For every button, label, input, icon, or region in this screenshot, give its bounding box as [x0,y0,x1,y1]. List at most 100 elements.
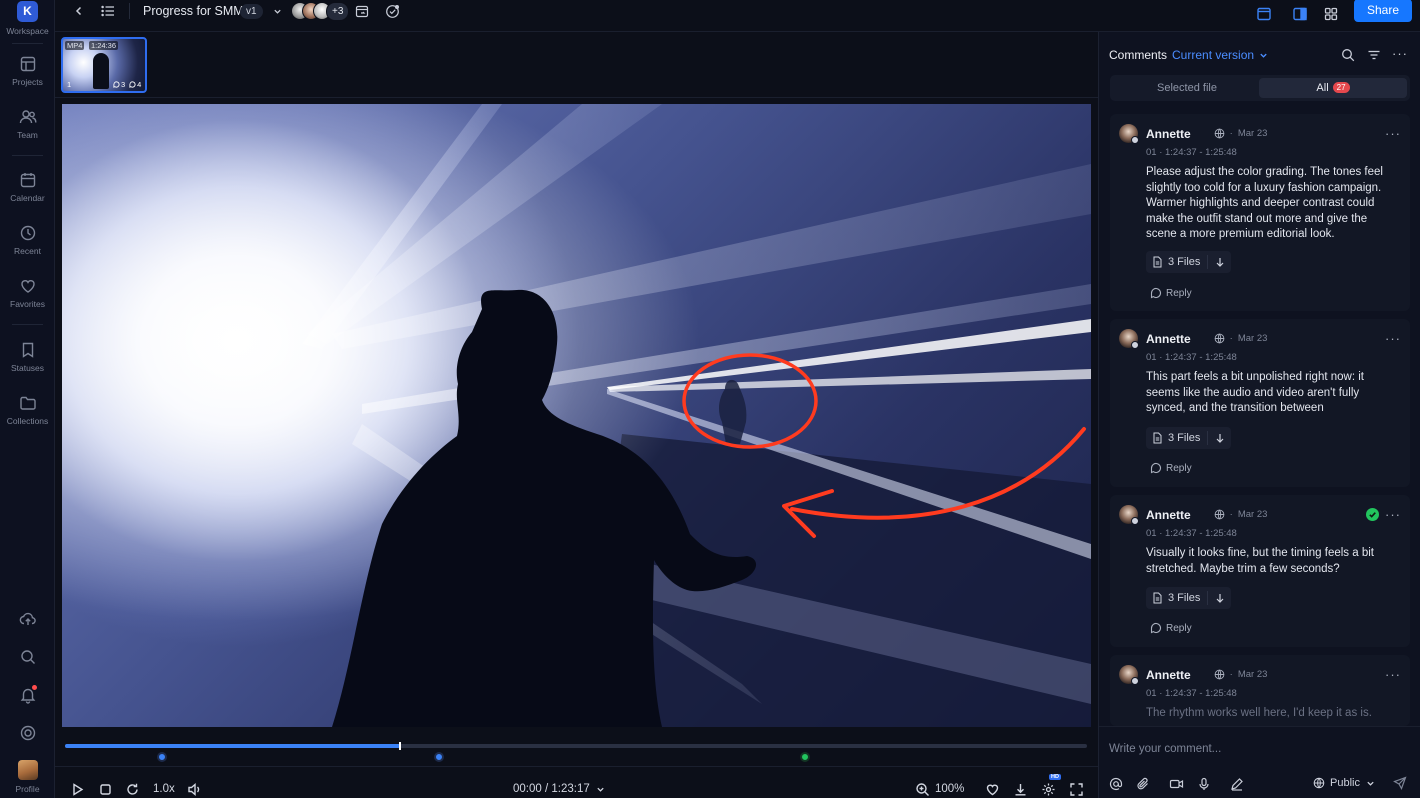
draw-button[interactable] [1230,777,1244,791]
attachments-button[interactable]: 3 Files [1146,587,1232,609]
team-icon [19,110,36,124]
project-title[interactable]: Progress for SMM [143,0,244,22]
stop-button[interactable] [98,781,113,797]
rail-projects[interactable]: Projects [0,55,55,87]
mention-button[interactable] [1109,777,1123,791]
favorite-button[interactable] [985,781,1000,797]
rail-label: Calendar [10,193,45,203]
send-button[interactable] [1393,776,1407,795]
loop-icon [127,783,138,795]
comment-author: Annette [1146,507,1191,522]
rail-workspace[interactable]: K Workspace [0,1,55,36]
video-frame[interactable] [62,104,1091,727]
rail-recent[interactable]: Recent [0,224,55,256]
comment-card[interactable]: Annette · Mar 23 ··· 01 · 1:24:37 - 1:25… [1110,319,1410,487]
rail-profile[interactable]: Profile [0,760,55,794]
zoom-control[interactable]: 100% [915,781,964,797]
tab-all[interactable]: All 27 [1259,78,1407,98]
chevron-left-icon [75,6,82,16]
more-options-icon[interactable]: ··· [1392,46,1408,61]
rail-statuses[interactable]: Statuses [0,341,55,373]
rail-calendar[interactable]: Calendar [0,171,55,203]
tab-selected-file[interactable]: Selected file [1113,78,1261,98]
globe-icon [1313,777,1325,789]
playback-timeline[interactable] [65,742,1087,750]
fullscreen-button[interactable] [1069,781,1084,797]
visibility-selector[interactable]: Public [1313,777,1375,789]
rail-team[interactable]: Team [0,108,55,140]
comment-more-button[interactable]: ··· [1385,507,1401,522]
attachments-button[interactable]: 3 Files [1146,427,1232,449]
comment-card[interactable]: Annette · Mar 23 ··· 01 · 1:24:37 - 1:25… [1110,495,1410,647]
rail-upload[interactable] [0,610,55,628]
comment-timecode[interactable]: 01 · 1:24:37 - 1:25:48 [1146,688,1237,699]
comments-title: Comments [1109,48,1168,62]
author-avatar [1119,505,1139,525]
loop-button[interactable] [125,781,140,797]
back-button[interactable] [73,0,85,22]
comment-timecode[interactable]: 01 · 1:24:37 - 1:25:48 [1146,147,1237,158]
version-filter[interactable]: Current version [1172,48,1254,62]
timeline-comment-marker[interactable] [157,752,167,762]
heart-icon [20,280,35,293]
reply-label: Reply [1166,622,1192,634]
comment-input[interactable]: Write your comment... [1109,743,1221,755]
timecode-selector[interactable]: 00:00 / 1:23:17 [513,781,605,797]
version-selector[interactable]: v1 [240,0,282,22]
rail-divider [12,43,43,44]
top-bar: Progress for SMM v1 +3 Share [55,0,1420,32]
reply-count: 4 [137,80,142,89]
more-collaborators-count: +3 [326,1,350,21]
timeline-resolved-marker[interactable] [800,752,810,762]
comment-text: Please adjust the color grading. The ton… [1146,166,1383,240]
reply-button[interactable]: Reply [1150,287,1192,299]
timeline-comment-marker[interactable] [434,752,444,762]
comment-more-button[interactable]: ··· [1385,331,1401,346]
playback-speed[interactable]: 1.0x [153,781,175,797]
reply-button[interactable]: Reply [1150,622,1192,634]
volume-button[interactable] [187,781,202,797]
playhead[interactable] [399,742,402,750]
attach-button[interactable] [1136,777,1150,791]
record-audio-button[interactable] [1197,777,1211,791]
list-view-button[interactable] [101,0,115,22]
comment-more-button[interactable]: ··· [1385,126,1401,141]
quality-settings-button[interactable]: HD [1041,774,1061,797]
layout-single-button[interactable] [1256,3,1272,25]
record-video-button[interactable] [1169,777,1184,791]
divider [129,3,130,19]
comment-timecode[interactable]: 01 · 1:24:37 - 1:25:48 [1146,528,1237,539]
resolved-check-icon[interactable] [1366,508,1379,521]
reply-button[interactable]: Reply [1150,462,1192,474]
comment-more-button[interactable]: ··· [1385,667,1401,682]
rail-search[interactable] [0,648,55,666]
share-button[interactable]: Share [1354,0,1413,22]
chevron-down-icon [597,787,604,792]
timecode: 00:00 / 1:23:17 [513,783,590,795]
comment-filter-button[interactable] [1367,48,1381,67]
layout-sidebar-button[interactable] [1292,3,1308,25]
rail-favorites[interactable]: Favorites [0,277,55,309]
rail-notifications[interactable] [0,685,55,704]
play-button[interactable] [70,781,85,797]
collaborator-avatars[interactable]: +3 [291,0,350,22]
comment-card[interactable]: Annette · Mar 23 ··· 01 · 1:24:37 - 1:25… [1110,655,1410,726]
file-thumbnail[interactable]: MP4 1:24:36 1 3 4 [61,37,147,93]
schedule-button[interactable] [355,0,369,22]
comment-search-button[interactable] [1341,48,1355,67]
thumbnail-silhouette [93,53,109,89]
rail-collections[interactable]: Collections [0,394,55,426]
rail-help[interactable] [0,724,55,742]
file-icon [1153,432,1162,444]
download-icon[interactable] [1215,593,1225,604]
approve-button[interactable] [385,0,400,22]
download-button[interactable] [1013,781,1028,797]
layout-grid-button[interactable] [1323,3,1339,25]
comment-timecode[interactable]: 01 · 1:24:37 - 1:25:48 [1146,352,1237,363]
download-icon[interactable] [1215,433,1225,444]
comment-card[interactable]: Annette · Mar 23 ··· 01 · 1:24:37 - 1:25… [1110,114,1410,311]
reply-bubble-icon [1150,287,1162,299]
download-icon[interactable] [1215,257,1225,268]
attachments-button[interactable]: 3 Files [1146,251,1232,273]
rail-label: Statuses [10,363,45,373]
